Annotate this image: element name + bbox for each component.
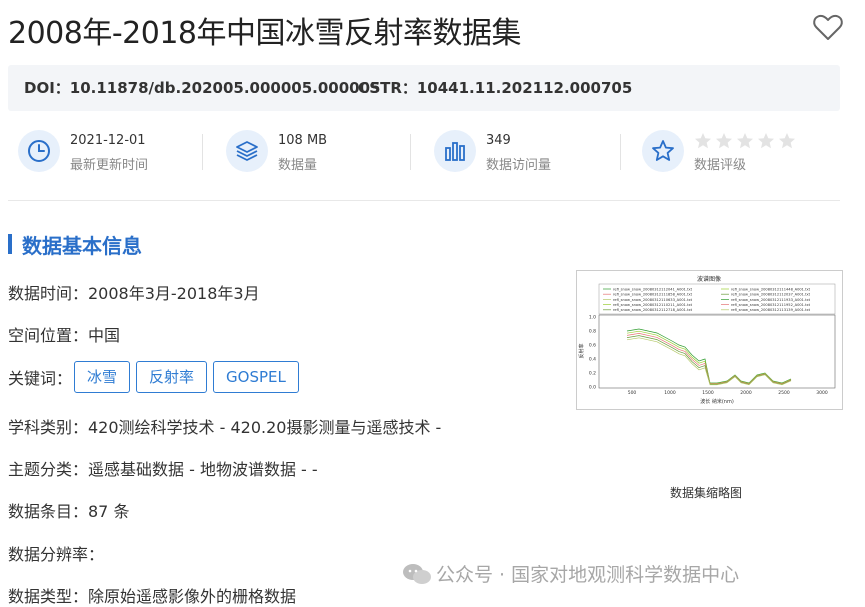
- visits-value: 349: [486, 133, 511, 148]
- divider: [410, 134, 411, 170]
- plot-area: [598, 314, 836, 389]
- rating-star-icon[interactable]: [736, 132, 754, 150]
- section-marker: [8, 234, 12, 254]
- rating-label: 数据评级: [694, 158, 747, 173]
- x-tick-label: 2500: [778, 390, 790, 396]
- keyword-tag[interactable]: 反射率: [136, 361, 208, 393]
- legend-entry: refl_snow_snow_20080312110211_A001.txt: [613, 303, 693, 307]
- layers-icon: [226, 130, 268, 172]
- doi-bar: DOI：10.11878/db.202005.000005.000005 CST…: [8, 65, 840, 111]
- x-axis-label: 波长 纳米(nm): [700, 398, 734, 405]
- section-title: 数据基本信息: [22, 234, 142, 258]
- legend-entry: refl_snow_snow_20080312113139_A001.txt: [731, 308, 811, 312]
- legend-entry: refl_snow_snow_20080312110633_A001.txt: [613, 298, 693, 302]
- keyword-tag[interactable]: 冰雪: [74, 361, 131, 393]
- y-tick-label: 0.6: [589, 343, 596, 349]
- cstr-text: CSTR：10441.11.202112.000705: [358, 79, 633, 97]
- watermark-text: 公众号 · 国家对地观测科学数据中心: [436, 564, 740, 586]
- rating-star-icon[interactable]: [778, 132, 796, 150]
- stat-data-size: 108 MB 数据量: [216, 122, 406, 182]
- visits-label: 数据访问量: [486, 158, 552, 173]
- y-tick-label: 1.0: [589, 315, 596, 321]
- legend-entry: refl_snow_snow_20080312112718_A001.txt: [613, 308, 693, 312]
- divider: [620, 134, 621, 170]
- spectrum-chart: 波谱图像 refl_snow_snow_20080312112041_A001.…: [578, 275, 836, 405]
- x-tick-label: 1000: [664, 390, 676, 396]
- legend-entry: refl_snow_snow_20080312112041_A001.txt: [613, 287, 693, 291]
- info-subject: 学科类别：420测绘科学技术 - 420.20摄影测量与遥感技术 -: [8, 418, 442, 437]
- rating-star-icon[interactable]: [715, 132, 733, 150]
- y-tick-label: 0.2: [589, 371, 596, 377]
- info-type: 数据类型：除原始遥感影像外的栅格数据: [8, 587, 297, 606]
- info-count: 数据条目：87 条: [8, 502, 130, 521]
- bar-chart-icon: [434, 130, 476, 172]
- chart-title: 波谱图像: [697, 275, 721, 283]
- x-tick-label: 1500: [702, 390, 714, 396]
- info-time: 数据时间：2008年3月-2018年3月: [8, 284, 260, 303]
- clock-icon: [18, 130, 60, 172]
- keyword-tags: 冰雪 反射率 GOSPEL: [74, 361, 305, 393]
- update-label: 最新更新时间: [70, 158, 149, 173]
- rating-stars[interactable]: [694, 132, 799, 150]
- legend-entry: refl_snow_snow_20080312111858_A001.txt: [613, 293, 693, 297]
- x-tick-label: 500: [628, 390, 637, 396]
- rating-star-icon[interactable]: [694, 132, 712, 150]
- dataset-thumbnail[interactable]: 波谱图像 refl_snow_snow_20080312112041_A001.…: [576, 270, 843, 410]
- y-tick-label: 0.4: [589, 357, 596, 363]
- x-tick-label: 3000: [816, 390, 828, 396]
- stat-update-time: 2021-12-01 最新更新时间: [8, 122, 198, 182]
- rating-star-icon[interactable]: [757, 132, 775, 150]
- stat-visits: 349 数据访问量: [424, 122, 614, 182]
- data-size-value: 108 MB: [278, 133, 328, 148]
- info-keywords-label: 关键词：: [8, 369, 73, 388]
- info-resolution: 数据分辨率：: [8, 545, 105, 564]
- data-size-label: 数据量: [278, 158, 318, 173]
- divider-line: [8, 200, 840, 201]
- legend-entry: refl_snow_snow_20080312111933_A001.txt: [731, 298, 811, 302]
- keyword-tag[interactable]: GOSPEL: [213, 361, 299, 393]
- thumbnail-caption: 数据集缩略图: [670, 486, 743, 500]
- page-title: 2008年-2018年中国冰雪反射率数据集: [8, 16, 522, 51]
- stat-rating: 数据评级: [632, 122, 840, 182]
- doi-text: DOI：10.11878/db.202005.000005.000005: [24, 79, 381, 97]
- y-tick-label: 0.8: [589, 329, 596, 335]
- info-location: 空间位置：中国: [8, 326, 121, 345]
- heart-icon[interactable]: [812, 12, 844, 42]
- y-tick-label: 0.0: [589, 385, 596, 391]
- divider: [202, 134, 203, 170]
- y-axis-label: 反射率: [578, 343, 585, 358]
- legend-entry: refl_snow_snow_20080312112037_A001.txt: [731, 293, 811, 297]
- update-date: 2021-12-01: [70, 133, 146, 148]
- legend-entry: refl_snow_snow_20080312111952_A001.txt: [731, 303, 811, 307]
- x-tick-label: 2000: [740, 390, 752, 396]
- stats-row: 2021-12-01 最新更新时间 108 MB 数据量 349 数据访问量 数…: [8, 122, 840, 182]
- wechat-icon: [403, 564, 431, 584]
- info-theme: 主题分类：遥感基础数据 - 地物波谱数据 - -: [8, 460, 318, 479]
- star-icon: [642, 130, 684, 172]
- legend-entry: refl_snow_snow_20080312111448_A001.txt: [731, 287, 811, 291]
